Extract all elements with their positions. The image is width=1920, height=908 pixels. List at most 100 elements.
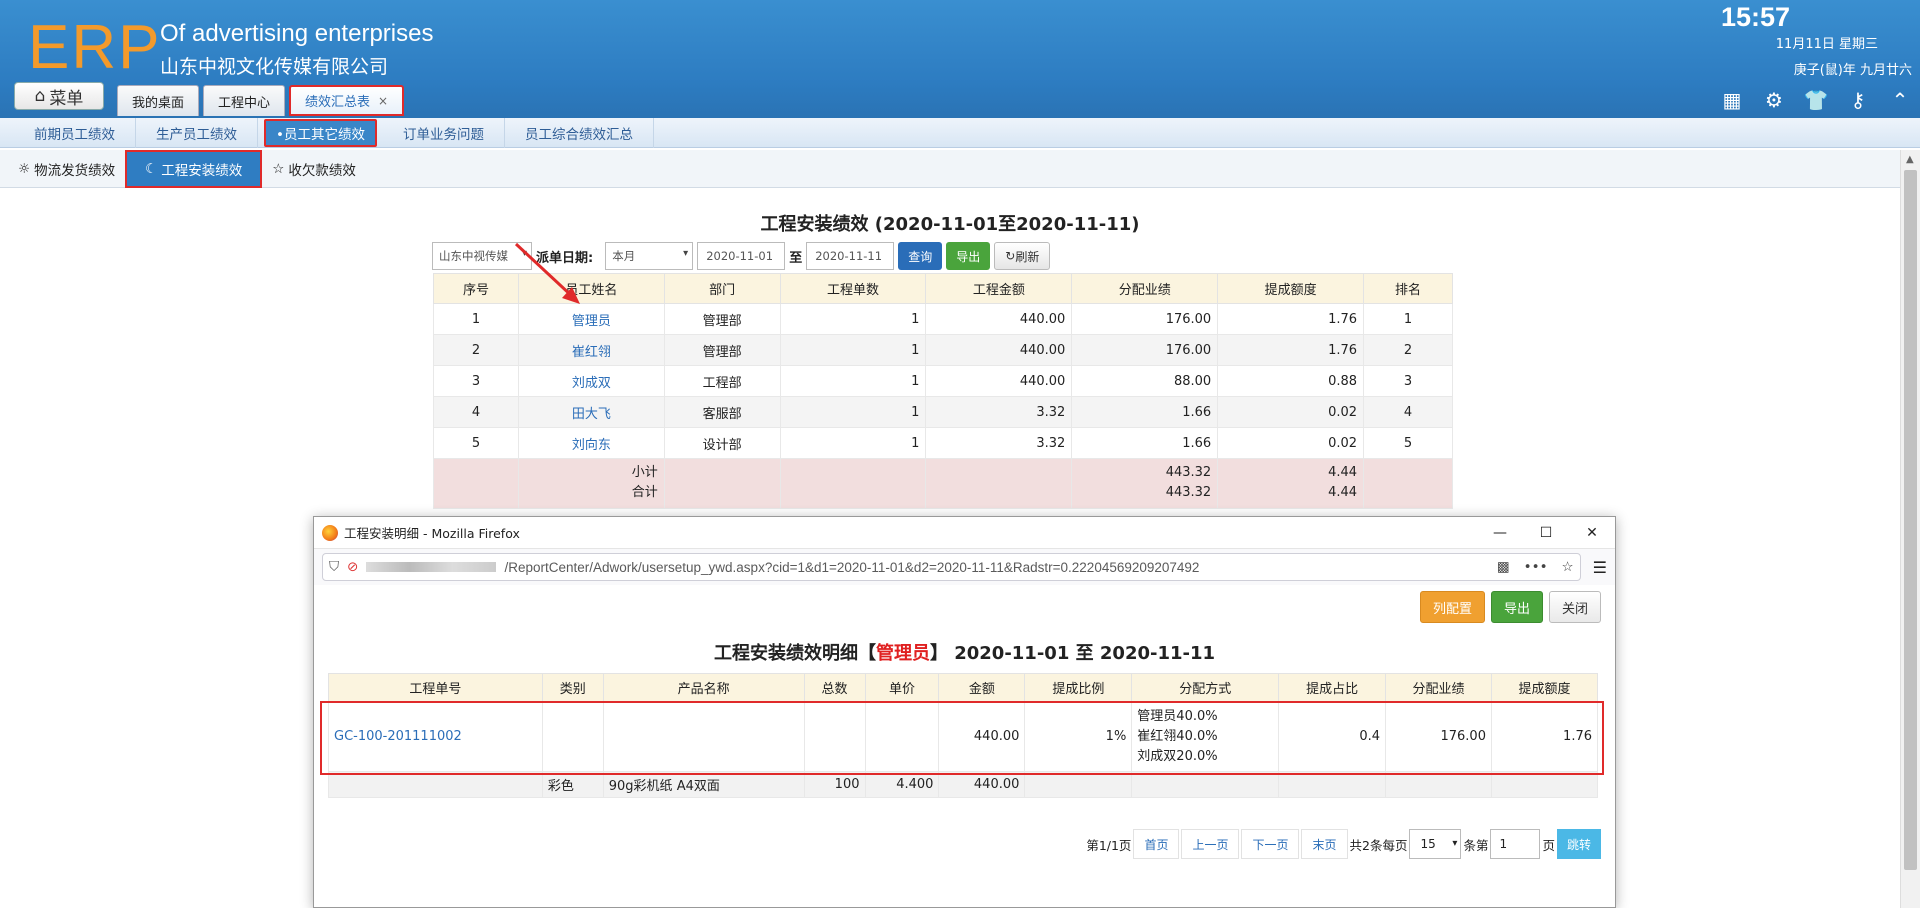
refresh-button[interactable]: ↻ 刷新 <box>994 242 1051 270</box>
col-header: 产品名称 <box>602 673 805 702</box>
sum-empty <box>663 458 781 509</box>
cell-rank: 5 <box>1363 427 1453 459</box>
sum-empty <box>925 458 1073 509</box>
shirt-icon[interactable]: 👕 <box>1804 88 1829 112</box>
goto-page-input[interactable]: 1 <box>1490 829 1541 859</box>
prev-page-button[interactable]: 上一页 <box>1181 829 1240 859</box>
sun-icon: ☼ <box>18 160 31 177</box>
minimize-icon[interactable]: — <box>1477 517 1523 549</box>
detail-header-row: 工程单号 类别 产品名称 总数 单价 金额 提成比例 分配方式 提成占比 分配业… <box>328 673 1599 702</box>
page-size-select[interactable]: 15 ▾ <box>1409 829 1462 859</box>
cell-commission: 0.88 <box>1217 365 1365 397</box>
col-header: 序号 <box>433 273 519 304</box>
col-header: 工程单数 <box>779 273 927 304</box>
report-title: 工程安装绩效 (2020-11-01至2020-11-11) <box>760 214 1140 235</box>
collapse-icon[interactable]: ⌃ <box>1888 88 1912 112</box>
last-page-button[interactable]: 末页 <box>1301 829 1348 859</box>
cell-product: 90g彩机纸 A4双面 <box>602 771 805 798</box>
subnav-production-staff[interactable]: 生产员工绩效 <box>136 118 258 148</box>
more-icon[interactable]: ••• <box>1524 559 1548 575</box>
scroll-up-icon[interactable]: ▲ <box>1906 154 1914 165</box>
maximize-icon[interactable]: ☐ <box>1523 517 1569 549</box>
col-header: 排名 <box>1363 273 1453 304</box>
detail-title-suffix: 】 2020-11-01 至 2020-11-11 <box>929 643 1216 664</box>
date-to-input[interactable]: 2020-11-11 <box>806 242 895 270</box>
subtab-receivables[interactable]: ☆ 收欠款绩效 <box>262 150 366 187</box>
query-button[interactable]: 查询 <box>898 242 943 270</box>
subtab-installation[interactable]: ☾ 工程安装绩效 <box>125 150 263 188</box>
subtotal-perf: 443.32 <box>1165 465 1212 480</box>
cell-amount: 440.00 <box>925 303 1073 335</box>
detail-subrow: 彩色 90g彩机纸 A4双面 100 4.400 440.00 <box>328 771 1599 798</box>
home-icon: ⌂ <box>34 86 46 106</box>
refresh-icon: ↻ <box>1005 249 1016 263</box>
sum-perf: 443.32 443.32 <box>1071 458 1219 509</box>
col-header: 提成占比 <box>1278 673 1387 702</box>
cell-no: 5 <box>433 427 519 459</box>
scroll-thumb[interactable] <box>1904 170 1917 870</box>
cell-no: 3 <box>433 365 519 397</box>
cell-rank: 2 <box>1363 334 1453 366</box>
subtab-label: 工程安装绩效 <box>161 163 243 179</box>
page-size-value: 15 <box>1420 837 1436 851</box>
column-config-button[interactable]: 列配置 <box>1419 591 1485 623</box>
col-header: 提成额度 <box>1217 273 1365 304</box>
key-icon[interactable]: ⚷ <box>1846 88 1870 112</box>
detail-title: 工程安装绩效明细【管理员】 2020-11-01 至 2020-11-11 <box>314 639 1615 665</box>
employee-link[interactable]: 刘成双 <box>517 365 665 397</box>
page-info: 第1/1页 <box>1086 837 1132 853</box>
detail-title-prefix: 工程安装绩效明细【 <box>713 643 876 664</box>
subtab-logistics[interactable]: ☼ 物流发货绩效 <box>8 150 125 187</box>
next-page-button[interactable]: 下一页 <box>1241 829 1300 859</box>
table-row: 3 刘成双 工程部 1 440.00 88.00 0.88 3 <box>433 365 1453 397</box>
tab-engineering-center[interactable]: 工程中心 <box>203 85 286 116</box>
col-header: 类别 <box>541 673 604 702</box>
bookmark-star-icon[interactable]: ☆ <box>1562 559 1574 575</box>
col-header: 分配方式 <box>1131 673 1280 702</box>
subnav-comprehensive[interactable]: 员工综合绩效汇总 <box>505 118 654 148</box>
menu-button[interactable]: ⌂ 菜单 <box>14 82 104 110</box>
employee-link[interactable]: 崔红翎 <box>517 334 665 366</box>
cell-no: 4 <box>433 396 519 428</box>
jump-button[interactable]: 跳转 <box>1556 829 1601 859</box>
cell-empty <box>1024 771 1133 798</box>
qr-code-icon[interactable]: ▩ <box>1497 559 1510 575</box>
cell-rank: 4 <box>1363 396 1453 428</box>
gear-icon[interactable]: ⚙ <box>1762 88 1786 112</box>
date-from-input[interactable]: 2020-11-01 <box>697 242 786 270</box>
employee-link[interactable]: 田大飞 <box>517 396 665 428</box>
cell-commission: 0.02 <box>1217 396 1365 428</box>
popup-close-button[interactable]: 关闭 <box>1548 591 1601 623</box>
export-button[interactable]: 导出 <box>946 242 991 270</box>
address-bar: ⛉ ⊘ /ReportCenter/Adwork/usersetup_ywd.a… <box>314 549 1615 585</box>
cell-perf: 1.66 <box>1071 396 1219 428</box>
col-header: 单价 <box>864 673 940 702</box>
col-header: 分配业绩 <box>1071 273 1219 304</box>
close-icon[interactable]: ✕ <box>1569 517 1615 549</box>
arrow-line <box>514 242 576 300</box>
cell-perf: 88.00 <box>1071 365 1219 397</box>
subnav-early-staff[interactable]: 前期员工绩效 <box>14 118 136 148</box>
cell-count: 1 <box>779 427 927 459</box>
first-page-button[interactable]: 首页 <box>1133 829 1180 859</box>
subnav-order-issues[interactable]: 订单业务问题 <box>383 118 505 148</box>
col-header: 总数 <box>803 673 866 702</box>
cell-count: 1 <box>779 334 927 366</box>
tab-performance-summary[interactable]: 绩效汇总表 × <box>289 85 405 116</box>
tab-my-desktop[interactable]: 我的桌面 <box>117 85 200 116</box>
close-tab-icon[interactable]: × <box>378 94 388 108</box>
subnav-other-staff[interactable]: •员工其它绩效 <box>264 119 377 147</box>
col-header: 部门 <box>663 273 781 304</box>
shield-icon: ⛉ <box>329 559 340 575</box>
clock-date: 11月11日 星期三 <box>1775 37 1878 52</box>
page-scrollbar[interactable]: ▲ <box>1900 150 1920 908</box>
popup-export-button[interactable]: 导出 <box>1490 591 1543 623</box>
employee-link[interactable]: 刘向东 <box>517 427 665 459</box>
hamburger-menu-icon[interactable]: ☰ <box>1593 558 1607 577</box>
firefox-popup-window: 工程安装明细 - Mozilla Firefox — ☐ ✕ ⛉ ⊘ /Repo… <box>313 516 1616 908</box>
table-row: 2 崔红翎 管理部 1 440.00 176.00 1.76 2 <box>433 334 1453 366</box>
cell-count: 1 <box>779 303 927 335</box>
url-field[interactable]: ⛉ ⊘ /ReportCenter/Adwork/usersetup_ywd.a… <box>322 553 1581 581</box>
add-widget-icon[interactable]: ▦ <box>1720 88 1744 112</box>
period-select[interactable]: 本月 ▾ <box>605 242 694 270</box>
